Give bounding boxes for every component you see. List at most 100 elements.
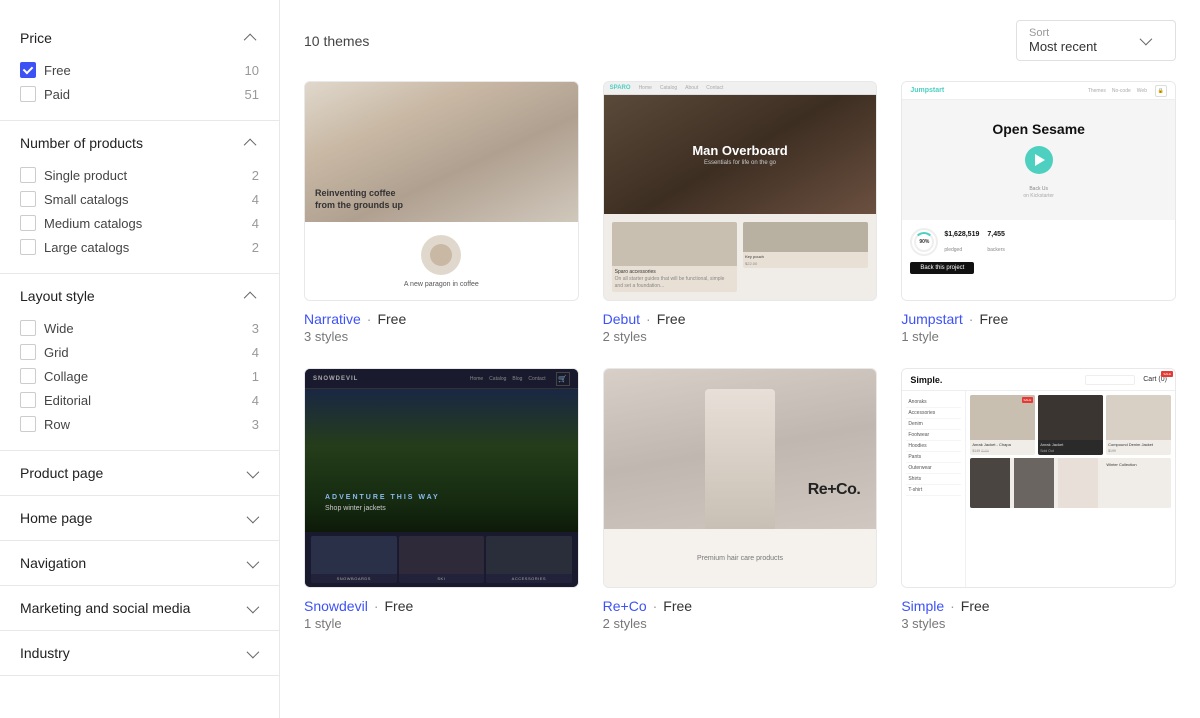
theme-price: Free [377,311,406,327]
theme-name[interactable]: Re+Co [603,598,647,614]
theme-name-row: Jumpstart·Free [901,311,1176,327]
filter-title-product-page: Product page [20,465,103,481]
filter-header-industry[interactable]: Industry [20,645,259,661]
filter-header-marketing-social[interactable]: Marketing and social media [20,600,259,616]
theme-card-snowdevil[interactable]: SNOWDEVIL HomeCatalogBlogContact 🛒 ADVEN… [304,368,579,631]
checkbox-large-catalogs[interactable] [20,239,36,255]
filter-option-left: Small catalogs [20,191,129,207]
sort-dropdown[interactable]: Sort Most recent [1016,20,1176,61]
theme-name-row: Debut · Free [603,311,878,327]
theme-card-simple[interactable]: Simple. Cart (0) Anoraks Accessories Den… [901,368,1176,631]
theme-separator: · [950,598,955,614]
filter-count: 10 [245,63,259,78]
filter-count: 4 [252,345,259,360]
main-header: 10 themes Sort Most recent [304,20,1176,61]
filter-option-left: Single product [20,167,127,183]
theme-card-reco[interactable]: Re+Co. Premium hair care products Re+Co·… [603,368,878,631]
checkbox-paid[interactable] [20,86,36,102]
theme-name-row: Narrative·Free [304,311,579,327]
theme-card-narrative[interactable]: Reinventing coffeefrom the grounds up A … [304,81,579,344]
filter-option-left: Wide [20,320,74,336]
filter-label: Wide [44,321,74,336]
theme-separator: · [646,311,651,327]
filter-label: Medium catalogs [44,216,142,231]
filter-option: Grid4 [20,340,259,364]
theme-price: Free [385,598,414,614]
filter-option: Row3 [20,412,259,436]
checkbox-wide[interactable] [20,320,36,336]
filter-header-layout-style[interactable]: Layout style [20,288,259,304]
filter-option: Paid51 [20,82,259,106]
filter-section-marketing-social: Marketing and social media [0,586,279,631]
theme-name-row: Simple·Free [901,598,1176,614]
filter-header-navigation[interactable]: Navigation [20,555,259,571]
checkbox-free[interactable] [20,62,36,78]
theme-price: Free [663,598,692,614]
filter-option: Editorial 4 [20,388,259,412]
filter-option: Small catalogs 4 [20,187,259,211]
sort-chevron-icon [1137,33,1153,49]
theme-thumbnail-narrative: Reinventing coffeefrom the grounds up A … [304,81,579,301]
filter-chevron-marketing-social [243,600,259,616]
theme-thumbnail-simple: Simple. Cart (0) Anoraks Accessories Den… [901,368,1176,588]
filter-section-price: Price Free10Paid51 [0,16,279,121]
theme-price: Free [657,311,686,327]
filter-option: Wide 3 [20,316,259,340]
theme-styles: 2 styles [603,616,878,631]
checkbox-row[interactable] [20,416,36,432]
filter-title-marketing-social: Marketing and social media [20,600,190,616]
filter-header-number-of-products[interactable]: Number of products [20,135,259,151]
filter-title-price: Price [20,30,52,46]
filter-chevron-layout-style [243,288,259,304]
theme-info: Re+Co·Free2 styles [603,598,878,631]
filter-chevron-number-of-products [243,135,259,151]
theme-name[interactable]: Narrative [304,311,361,327]
filter-option-left: Editorial [20,392,91,408]
theme-name-row: Snowdevil · Free [304,598,579,614]
checkbox-editorial[interactable] [20,392,36,408]
checkbox-grid[interactable] [20,344,36,360]
filter-option: Single product 2 [20,163,259,187]
filter-options-price: Free10Paid51 [20,58,259,106]
theme-info: Simple·Free3 styles [901,598,1176,631]
theme-styles: 1 style [901,329,1176,344]
filter-count: 2 [252,168,259,183]
themes-count: 10 themes [304,33,369,49]
filter-header-home-page[interactable]: Home page [20,510,259,526]
filter-label: Row [44,417,70,432]
filter-section-home-page: Home page [0,496,279,541]
theme-card-debut[interactable]: SPARO HomeCatalogAboutContact Man Overbo… [603,81,878,344]
filter-count: 3 [252,321,259,336]
filter-option: Medium catalogs4 [20,211,259,235]
theme-info: Narrative·Free3 styles [304,311,579,344]
theme-thumbnail-debut: SPARO HomeCatalogAboutContact Man Overbo… [603,81,878,301]
checkbox-single-product[interactable] [20,167,36,183]
theme-name[interactable]: Jumpstart [901,311,962,327]
filter-header-price[interactable]: Price [20,30,259,46]
page-layout: PriceFree10Paid51Number of productsSingl… [0,0,1200,718]
theme-name[interactable]: Snowdevil [304,598,368,614]
checkbox-medium-catalogs[interactable] [20,215,36,231]
theme-card-jumpstart[interactable]: Jumpstart ThemesNo-codeWeb 🔒 Open Sesame… [901,81,1176,344]
theme-name[interactable]: Debut [603,311,640,327]
filter-count: 4 [252,393,259,408]
checkbox-collage[interactable] [20,368,36,384]
theme-separator: · [969,311,974,327]
filter-option: Free10 [20,58,259,82]
theme-thumbnail-jumpstart: Jumpstart ThemesNo-codeWeb 🔒 Open Sesame… [901,81,1176,301]
theme-name[interactable]: Simple [901,598,944,614]
filter-label: Editorial [44,393,91,408]
theme-info: Debut·Free2 styles [603,311,878,344]
filter-title-industry: Industry [20,645,70,661]
filter-section-layout-style: Layout styleWide3Grid4Collage1Editorial4… [0,274,279,451]
filter-header-product-page[interactable]: Product page [20,465,259,481]
themes-grid: Reinventing coffeefrom the grounds up A … [304,81,1176,631]
checkbox-small-catalogs[interactable] [20,191,36,207]
filter-count: 4 [252,192,259,207]
theme-separator: · [374,598,379,614]
filter-option-left: Collage [20,368,88,384]
filter-count: 51 [245,87,259,102]
theme-styles: 1 style [304,616,579,631]
filter-section-product-page: Product page [0,451,279,496]
sort-title: Sort [1029,27,1097,39]
